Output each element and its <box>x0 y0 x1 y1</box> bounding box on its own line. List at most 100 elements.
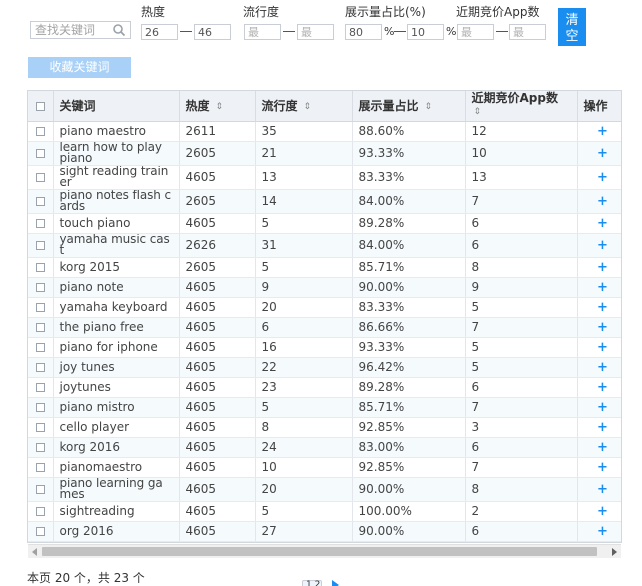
sort-icon[interactable]: ⇕ <box>425 102 433 112</box>
header-heat[interactable]: 热度 ⇕ <box>179 91 256 122</box>
popularity-min-input[interactable] <box>244 24 281 40</box>
table-row: the piano free 4605 6 86.66% 7 + <box>28 317 621 338</box>
table-row: pianomaestro 4605 10 92.85% 7 + <box>28 457 621 478</box>
row-checkbox[interactable] <box>35 485 45 494</box>
scroll-right-icon[interactable] <box>612 548 617 556</box>
add-keyword-icon[interactable]: + <box>577 277 621 298</box>
table-row: korg 2015 2605 5 85.71% 8 + <box>28 257 621 278</box>
add-keyword-icon[interactable]: + <box>577 165 621 190</box>
row-checkbox[interactable] <box>35 303 45 312</box>
row-checkbox[interactable] <box>35 343 45 352</box>
header-popularity[interactable]: 流行度 ⇕ <box>255 91 353 122</box>
popularity-cell: 35 <box>255 121 353 142</box>
sort-icon[interactable]: ⇕ <box>216 102 224 112</box>
add-keyword-icon[interactable]: + <box>577 457 621 478</box>
keyword-cell: piano learning games <box>53 477 180 502</box>
scroll-left-icon[interactable] <box>32 548 37 556</box>
keyword-cell: pianomaestro <box>53 457 180 478</box>
clear-filters-button[interactable]: 清 空 <box>558 8 586 46</box>
share-cell: 100.00% <box>352 501 466 522</box>
add-keyword-icon[interactable]: + <box>577 337 621 358</box>
add-keyword-icon[interactable]: + <box>577 189 621 214</box>
row-checkbox[interactable] <box>35 527 45 536</box>
next-page-icon[interactable] <box>332 580 339 586</box>
row-checkbox[interactable] <box>35 403 45 412</box>
row-select-cell <box>28 257 54 278</box>
heat-cell: 4605 <box>179 521 256 542</box>
add-keyword-icon[interactable]: + <box>577 213 621 234</box>
sort-icon[interactable]: ⇕ <box>304 102 312 112</box>
popularity-cell: 27 <box>255 521 353 542</box>
popularity-max-input[interactable] <box>297 24 334 40</box>
keyword-search-input[interactable] <box>31 22 113 38</box>
add-keyword-icon[interactable]: + <box>577 477 621 502</box>
row-checkbox[interactable] <box>35 423 45 432</box>
apps-cell: 8 <box>465 477 578 502</box>
table-row: piano for iphone 4605 16 93.33% 5 + <box>28 337 621 358</box>
row-checkbox[interactable] <box>35 283 45 292</box>
add-keyword-icon[interactable]: + <box>577 501 621 522</box>
add-keyword-icon[interactable]: + <box>577 397 621 418</box>
add-keyword-icon[interactable]: + <box>577 257 621 278</box>
popularity-cell: 20 <box>255 477 353 502</box>
table-row: learn how to play piano 2605 21 93.33% 10 + <box>28 141 621 166</box>
share-cell: 84.00% <box>352 233 466 258</box>
popularity-cell: 8 <box>255 417 353 438</box>
select-all-checkbox[interactable] <box>35 101 45 111</box>
share-cell: 93.33% <box>352 337 466 358</box>
share-min-input[interactable] <box>345 24 382 40</box>
table-row: yamaha music cast 2626 31 84.00% 6 + <box>28 233 621 258</box>
row-select-cell <box>28 121 54 142</box>
apps-cell: 5 <box>465 337 578 358</box>
header-apps[interactable]: 近期竞价App数 ⇕ <box>465 91 578 122</box>
table-row: piano maestro 2611 35 88.60% 12 + <box>28 121 621 142</box>
heat-max-input[interactable] <box>194 24 231 40</box>
heat-cell: 4605 <box>179 437 256 458</box>
heat-min-input[interactable] <box>141 24 178 40</box>
add-keyword-icon[interactable]: + <box>577 233 621 258</box>
keyword-cell: piano maestro <box>53 121 180 142</box>
table-row: sightreading 4605 5 100.00% 2 + <box>28 501 621 522</box>
row-checkbox[interactable] <box>35 263 45 272</box>
collect-keywords-button[interactable]: 收藏关键词 <box>28 57 131 78</box>
add-keyword-icon[interactable]: + <box>577 521 621 542</box>
row-checkbox[interactable] <box>35 241 45 250</box>
clear-button-line2: 空 <box>565 28 579 44</box>
row-checkbox[interactable] <box>35 127 45 136</box>
row-checkbox[interactable] <box>35 219 45 228</box>
apps-max-input[interactable] <box>509 24 546 40</box>
row-checkbox[interactable] <box>35 443 45 452</box>
table-row: sight reading trainer 4605 13 83.33% 13 + <box>28 165 621 190</box>
share-cell: 88.60% <box>352 121 466 142</box>
add-keyword-icon[interactable]: + <box>577 141 621 166</box>
row-checkbox[interactable] <box>35 173 45 182</box>
row-select-cell <box>28 213 54 234</box>
add-keyword-icon[interactable]: + <box>577 417 621 438</box>
scrollbar-thumb[interactable] <box>42 547 597 556</box>
header-share[interactable]: 展示量占比 ⇕ <box>352 91 466 122</box>
horizontal-scrollbar[interactable] <box>28 544 621 558</box>
popularity-filter-label: 流行度 <box>243 5 280 19</box>
add-keyword-icon[interactable]: + <box>577 297 621 318</box>
add-keyword-icon[interactable]: + <box>577 121 621 142</box>
row-checkbox[interactable] <box>35 323 45 332</box>
add-keyword-icon[interactable]: + <box>577 357 621 378</box>
row-checkbox[interactable] <box>35 197 45 206</box>
add-keyword-icon[interactable]: + <box>577 317 621 338</box>
row-checkbox[interactable] <box>35 383 45 392</box>
search-icon[interactable] <box>112 23 126 37</box>
apps-cell: 2 <box>465 501 578 522</box>
apps-min-input[interactable] <box>457 24 494 40</box>
keyword-search-box <box>30 21 131 39</box>
row-checkbox[interactable] <box>35 463 45 472</box>
share-max-input[interactable] <box>407 24 444 40</box>
apps-cell: 3 <box>465 417 578 438</box>
row-checkbox[interactable] <box>35 363 45 372</box>
row-checkbox[interactable] <box>35 149 45 158</box>
page-number-button[interactable]: 1 2 <box>302 580 322 586</box>
share-cell: 85.71% <box>352 257 466 278</box>
sort-icon[interactable]: ⇕ <box>474 106 482 119</box>
row-checkbox[interactable] <box>35 507 45 516</box>
add-keyword-icon[interactable]: + <box>577 437 621 458</box>
add-keyword-icon[interactable]: + <box>577 377 621 398</box>
